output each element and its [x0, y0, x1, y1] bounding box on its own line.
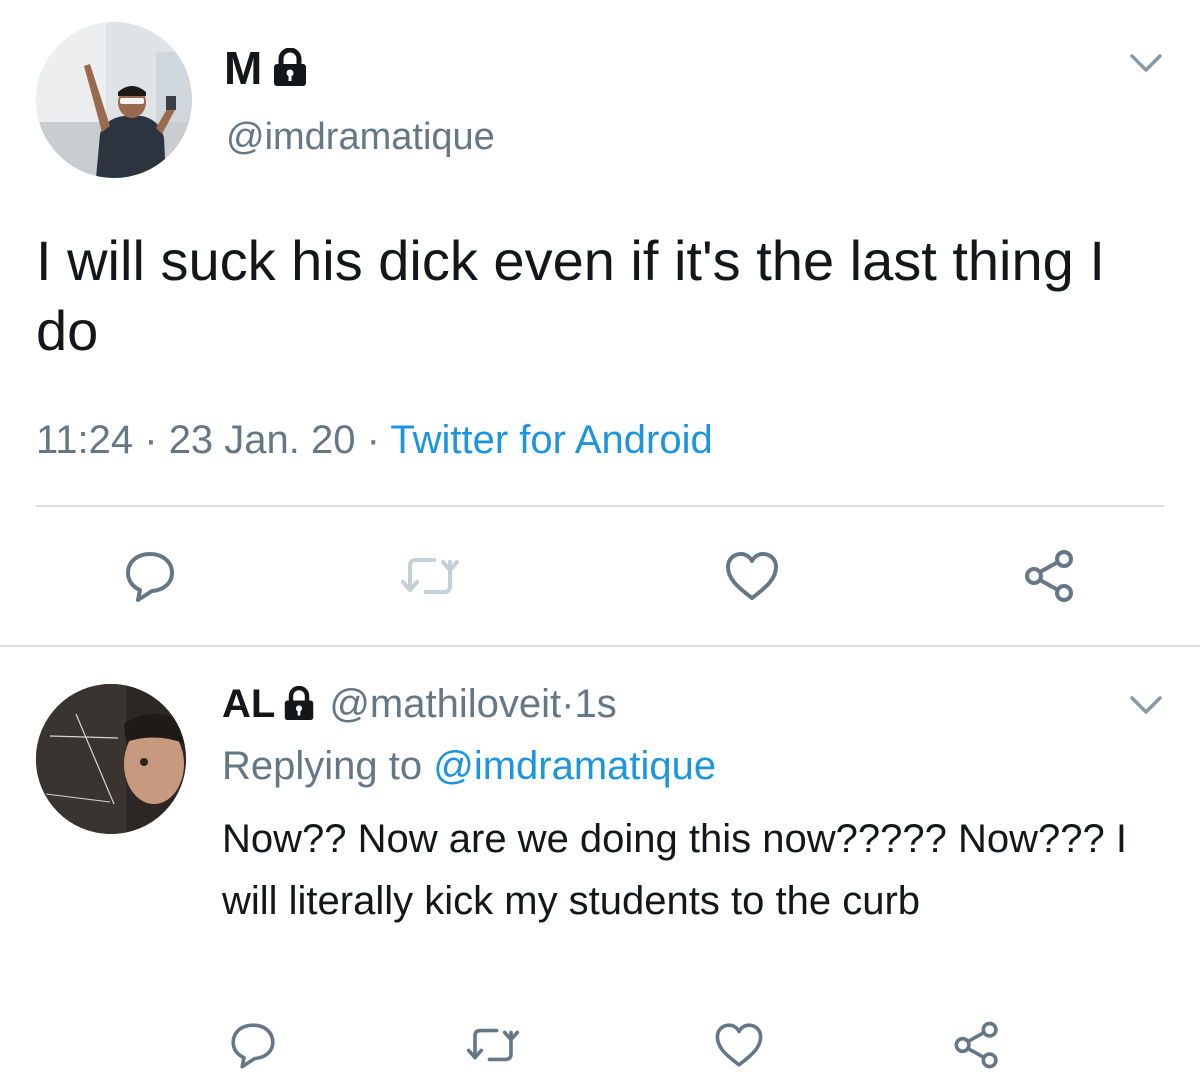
divider [0, 645, 1200, 647]
divider [36, 505, 1164, 507]
reply-icon[interactable] [120, 546, 180, 606]
tweet-text: I will suck his dick even if it's the la… [36, 229, 1105, 362]
tweet-time[interactable]: 11:24 [36, 418, 133, 462]
chevron-down-icon[interactable] [1126, 690, 1166, 720]
reply-age[interactable]: 1s [574, 680, 616, 728]
retweet-icon[interactable] [400, 546, 460, 606]
author-avatar[interactable] [36, 22, 192, 178]
tweet-source[interactable]: Twitter for Android [390, 418, 712, 462]
replying-to: Replying to @imdramatique [222, 742, 716, 790]
author-handle[interactable]: @imdramatique [226, 114, 495, 160]
reply-icon[interactable] [226, 1018, 280, 1072]
reply-author-display-name[interactable]: AL [222, 680, 275, 728]
heart-icon[interactable] [722, 546, 782, 606]
lock-icon [272, 48, 308, 88]
meta-separator: · [133, 418, 169, 462]
author-name-row[interactable]: M [224, 42, 308, 94]
tweet-meta: 11:24 · 23 Jan. 20 · Twitter for Android [36, 414, 713, 466]
reply-author-avatar[interactable] [36, 684, 186, 834]
avatar-photo [36, 684, 186, 834]
avatar-photo [36, 22, 192, 178]
age-separator: · [561, 682, 575, 726]
share-icon[interactable] [1020, 546, 1080, 606]
reply-author-handle[interactable]: @mathiloveit [329, 680, 561, 728]
meta-separator: · [355, 418, 391, 462]
chevron-down-icon[interactable] [1126, 48, 1166, 78]
author-display-name[interactable]: M [224, 42, 262, 94]
replying-mention-link[interactable]: @imdramatique [433, 744, 716, 788]
retweet-icon[interactable] [466, 1018, 520, 1072]
share-icon[interactable] [950, 1018, 1004, 1072]
heart-icon[interactable] [712, 1018, 766, 1072]
lock-icon [283, 686, 315, 722]
reply-header: AL @mathiloveit · 1s [222, 680, 617, 728]
tweet-date[interactable]: 23 Jan. 20 [169, 418, 356, 462]
reply-text: Now?? Now are we doing this now????? Now… [222, 817, 1127, 923]
replying-prefix: Replying to [222, 744, 434, 788]
